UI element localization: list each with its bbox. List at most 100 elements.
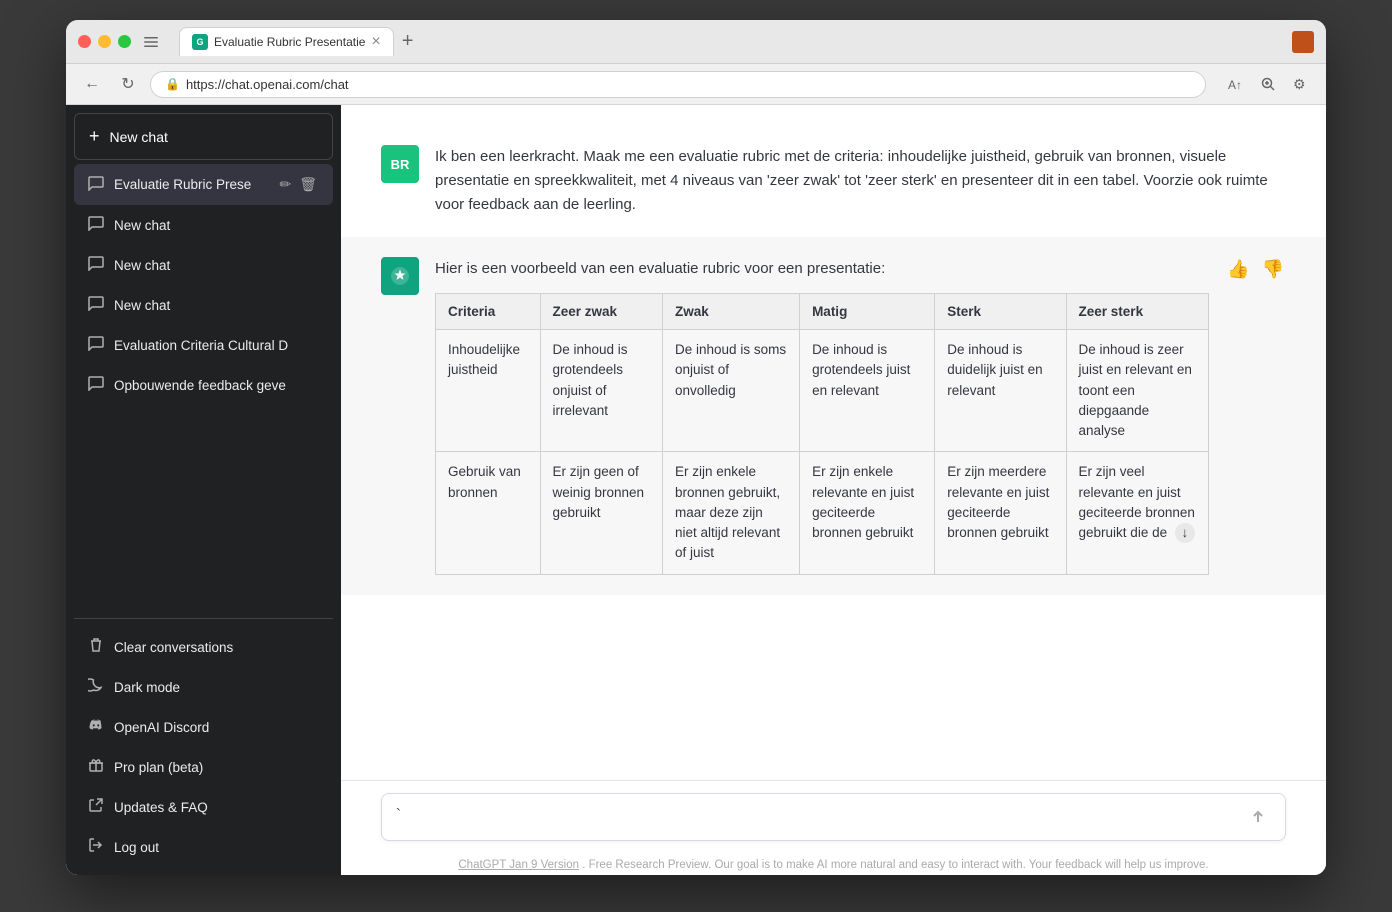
chat-messages: BR Ik ben een leerkracht. Maak me een ev… bbox=[341, 105, 1326, 780]
svg-text:A↑: A↑ bbox=[1228, 78, 1242, 92]
table-row-inhoudelijke: Inhoudelijke juistheid De inhoud is grot… bbox=[436, 330, 1209, 452]
sidebar-item-label-new3: New chat bbox=[114, 298, 319, 313]
chat-icon-4 bbox=[88, 335, 104, 355]
discord-label: OpenAI Discord bbox=[114, 720, 319, 735]
active-tab[interactable]: G Evaluatie Rubric Presentatie × bbox=[179, 27, 394, 56]
col-header-zeer-zwak: Zeer zwak bbox=[540, 294, 663, 330]
chat-input[interactable]: ` bbox=[396, 806, 1245, 828]
user-avatar: BR bbox=[381, 145, 419, 183]
col-header-sterk: Sterk bbox=[935, 294, 1066, 330]
cell-criteria-1: Gebruik van bronnen bbox=[436, 452, 541, 574]
logout-label: Log out bbox=[114, 840, 319, 855]
sidebar-item-evaluatie-rubric[interactable]: Evaluatie Rubric Prese ✏ 🗑 bbox=[74, 164, 333, 205]
cell-criteria-0: Inhoudelijke juistheid bbox=[436, 330, 541, 452]
back-button[interactable]: ← bbox=[78, 70, 106, 98]
col-header-zwak: Zwak bbox=[663, 294, 800, 330]
new-chat-button[interactable]: + New chat bbox=[74, 113, 333, 160]
sidebar-toggle-button[interactable] bbox=[139, 30, 163, 54]
thumbs-down-button[interactable]: 👎 bbox=[1260, 257, 1286, 282]
footer-text: ChatGPT Jan 9 Version . Free Research Pr… bbox=[341, 853, 1326, 875]
sidebar-item-label-eval: Evaluation Criteria Cultural D bbox=[114, 338, 319, 353]
maximize-button[interactable] bbox=[118, 35, 131, 48]
cell-zeersterk-1: Er zijn veel relevante en juist geciteer… bbox=[1066, 452, 1209, 574]
lock-icon: 🔒 bbox=[165, 77, 180, 91]
plus-icon: + bbox=[89, 126, 100, 147]
footer-description: . Free Research Preview. Our goal is to … bbox=[582, 859, 1208, 871]
new-chat-label: New chat bbox=[110, 129, 168, 145]
sidebar-item-label-evaluatie: Evaluatie Rubric Prese bbox=[114, 177, 267, 192]
footer-link[interactable]: ChatGPT Jan 9 Version bbox=[458, 859, 579, 871]
cell-zeerzwak-1: Er zijn geen of weinig bronnen gebruikt bbox=[540, 452, 663, 574]
sidebar-item-pro-plan[interactable]: Pro plan (beta) bbox=[74, 747, 333, 787]
rubric-table: Criteria Zeer zwak Zwak Matig Sterk Zeer… bbox=[435, 293, 1209, 575]
sidebar-item-new-chat-3[interactable]: New chat bbox=[74, 285, 333, 325]
message-actions: 👍 👎 bbox=[1225, 257, 1286, 282]
refresh-button[interactable]: ↻ bbox=[114, 70, 142, 98]
delete-chat-button[interactable]: 🗑 bbox=[297, 174, 319, 195]
chat-icon-2 bbox=[88, 255, 104, 275]
main-content: BR Ik ben een leerkracht. Maak me een ev… bbox=[341, 105, 1326, 875]
trash-icon bbox=[88, 637, 104, 657]
minimize-button[interactable] bbox=[98, 35, 111, 48]
sidebar-item-clear[interactable]: Clear conversations bbox=[74, 627, 333, 667]
chat-icon bbox=[88, 175, 104, 195]
sidebar-item-label-new2: New chat bbox=[114, 258, 319, 273]
sidebar-item-label-opbouw: Opbouwende feedback geve bbox=[114, 378, 319, 393]
moon-icon bbox=[88, 677, 104, 697]
col-header-matig: Matig bbox=[800, 294, 935, 330]
chat-icon-1 bbox=[88, 215, 104, 235]
col-header-zeer-sterk: Zeer sterk bbox=[1066, 294, 1209, 330]
tab-title: Evaluatie Rubric Presentatie bbox=[214, 35, 365, 49]
cell-zwak-0: De inhoud is soms onjuist of onvolledig bbox=[663, 330, 800, 452]
sidebar-item-new-chat-2[interactable]: New chat bbox=[74, 245, 333, 285]
external-link-icon bbox=[88, 797, 104, 817]
sidebar-item-evaluation-criteria[interactable]: Evaluation Criteria Cultural D bbox=[74, 325, 333, 365]
cell-matig-1: Er zijn enkele relevante en juist gecite… bbox=[800, 452, 935, 574]
input-container: ` bbox=[381, 793, 1286, 841]
sidebar-item-new-chat-1[interactable]: New chat bbox=[74, 205, 333, 245]
tab-favicon: G bbox=[192, 34, 208, 50]
input-area: ` bbox=[341, 780, 1326, 853]
cell-zeersterk-0: De inhoud is zeer juist en relevant en t… bbox=[1066, 330, 1209, 452]
sidebar-item-logout[interactable]: Log out bbox=[74, 827, 333, 867]
sidebar-item-label-new1: New chat bbox=[114, 218, 319, 233]
sidebar-divider bbox=[74, 618, 333, 619]
cell-zeerzwak-0: De inhoud is grotendeels onjuist of irre… bbox=[540, 330, 663, 452]
scroll-down-indicator: ↓ bbox=[1175, 523, 1195, 543]
tab-close-button[interactable]: × bbox=[371, 34, 380, 50]
zoom-button[interactable] bbox=[1254, 70, 1282, 98]
edit-chat-button[interactable]: ✏ bbox=[277, 174, 293, 195]
address-bar[interactable]: 🔒 https://chat.openai.com/chat bbox=[150, 71, 1206, 98]
assistant-avatar bbox=[381, 257, 419, 295]
sidebar: + New chat Evaluatie Rubric Prese ✏ 🗑 Ne… bbox=[66, 105, 341, 875]
assistant-message-body: Hier is een voorbeeld van een evaluatie … bbox=[435, 257, 1209, 575]
extensions-button[interactable]: ⚙ bbox=[1286, 70, 1314, 98]
cell-sterk-0: De inhoud is duidelijk juist en relevant bbox=[935, 330, 1066, 452]
url-text: https://chat.openai.com/chat bbox=[186, 77, 349, 92]
sidebar-item-updates-faq[interactable]: Updates & FAQ bbox=[74, 787, 333, 827]
user-message: BR Ik ben een leerkracht. Maak me een ev… bbox=[341, 125, 1326, 237]
cell-sterk-1: Er zijn meerdere relevante en juist geci… bbox=[935, 452, 1066, 574]
user-message-text: Ik ben een leerkracht. Maak me een evalu… bbox=[435, 145, 1286, 217]
sidebar-item-discord[interactable]: OpenAI Discord bbox=[74, 707, 333, 747]
dark-mode-label: Dark mode bbox=[114, 680, 319, 695]
close-button[interactable] bbox=[78, 35, 91, 48]
pro-plan-label: Pro plan (beta) bbox=[114, 760, 319, 775]
extension-icon bbox=[1292, 31, 1314, 53]
cell-zwak-1: Er zijn enkele bronnen gebruikt, maar de… bbox=[663, 452, 800, 574]
svg-text:⚙: ⚙ bbox=[1293, 76, 1306, 92]
gift-icon bbox=[88, 757, 104, 777]
assistant-intro-text: Hier is een voorbeeld van een evaluatie … bbox=[435, 257, 1209, 281]
col-header-criteria: Criteria bbox=[436, 294, 541, 330]
thumbs-up-button[interactable]: 👍 bbox=[1225, 257, 1251, 282]
send-button[interactable] bbox=[1245, 804, 1271, 830]
discord-icon bbox=[88, 717, 104, 737]
logout-icon bbox=[88, 837, 104, 857]
sidebar-item-opbouwende[interactable]: Opbouwende feedback geve bbox=[74, 365, 333, 405]
reader-mode-button[interactable]: A↑ bbox=[1222, 70, 1250, 98]
cell-matig-0: De inhoud is grotendeels juist en releva… bbox=[800, 330, 935, 452]
sidebar-item-dark-mode[interactable]: Dark mode bbox=[74, 667, 333, 707]
new-tab-button[interactable]: + bbox=[394, 30, 422, 53]
assistant-message: Hier is een voorbeeld van een evaluatie … bbox=[341, 237, 1326, 595]
table-row-bronnen: Gebruik van bronnen Er zijn geen of wein… bbox=[436, 452, 1209, 574]
